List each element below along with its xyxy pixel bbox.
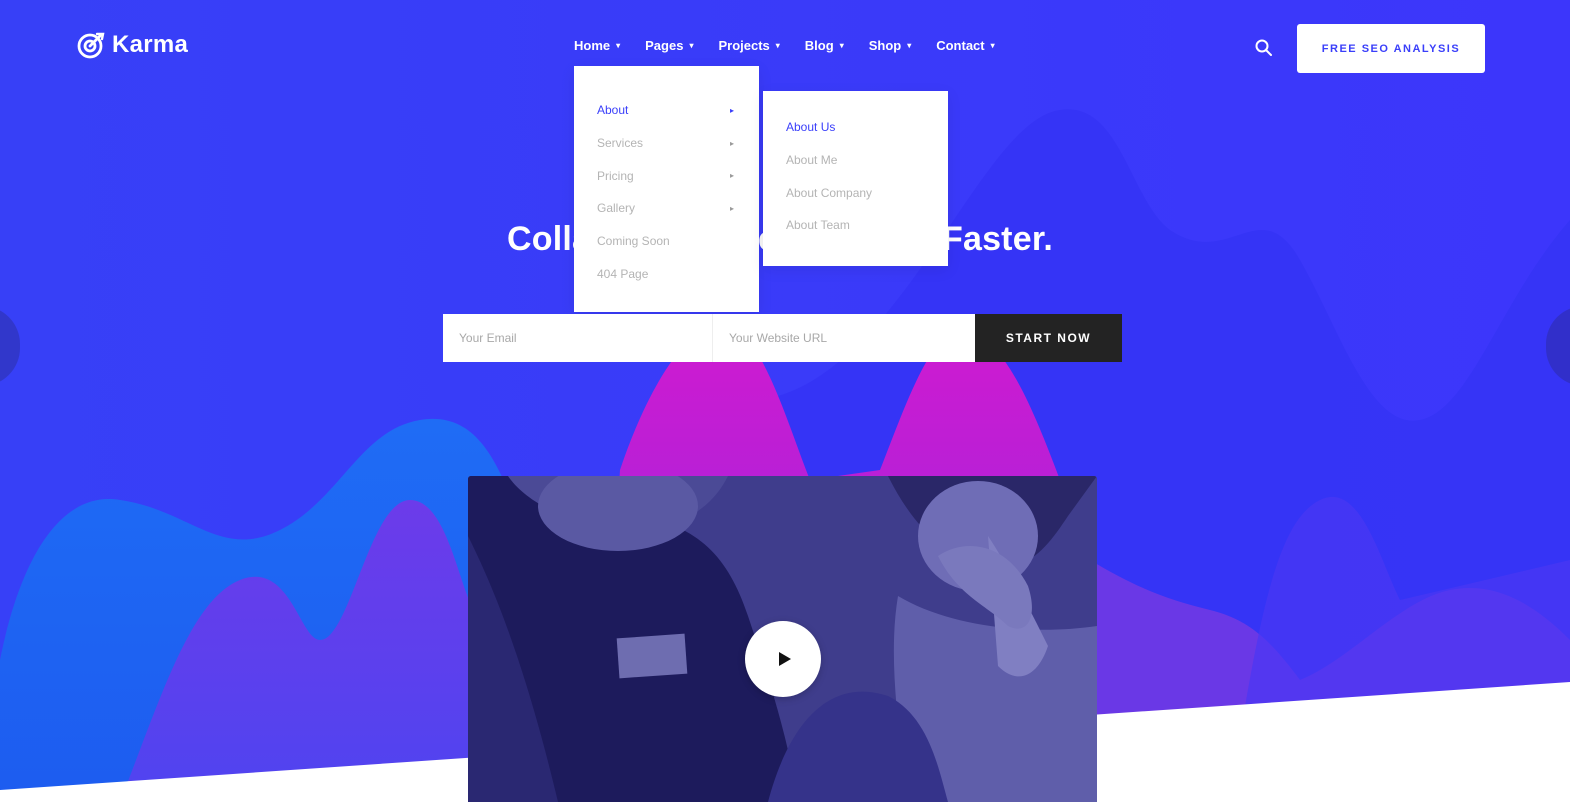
brand-name: Karma [112, 31, 189, 58]
nav-item-label: Home [574, 38, 611, 53]
seo-analysis-form: START NOW [443, 314, 1122, 362]
submenu-item-label: About Us [786, 120, 836, 135]
main-nav: Home ▾ Pages ▾ Projects ▾ Blog ▾ Shop ▾ … [574, 38, 1020, 53]
dropdown-item-label: About [597, 103, 629, 118]
submenu-item-label: About Company [786, 185, 873, 200]
play-button[interactable] [745, 621, 821, 697]
submenu-item-about-team[interactable]: About Team [763, 209, 948, 242]
dropdown-item-label: Coming Soon [597, 234, 670, 249]
nav-item-contact[interactable]: Contact ▾ [936, 38, 994, 53]
nav-item-label: Blog [804, 38, 834, 53]
pages-dropdown-menu: About ▸ Services ▸ Pricing ▸ Gallery ▸ C… [574, 66, 759, 312]
dropdown-item-404-page[interactable]: 404 Page [574, 257, 759, 290]
dropdown-item-label: Gallery [597, 201, 636, 216]
submenu-item-label: About Team [786, 218, 850, 233]
submenu-item-about-company[interactable]: About Company [763, 176, 948, 209]
dropdown-item-services[interactable]: Services ▸ [574, 127, 759, 160]
hero-headline-right: Faster. [942, 220, 1054, 258]
submenu-item-about-us[interactable]: About Us [763, 111, 948, 144]
submenu-item-about-me[interactable]: About Me [763, 144, 948, 177]
chevron-down-icon: ▾ [907, 41, 912, 50]
chevron-down-icon: ▾ [616, 41, 621, 50]
chevron-down-icon: ▾ [689, 41, 694, 50]
nav-item-pages[interactable]: Pages ▾ [645, 38, 693, 53]
dropdown-item-coming-soon[interactable]: Coming Soon [574, 225, 759, 258]
chevron-down-icon: ▾ [839, 41, 844, 50]
about-submenu: About Us About Me About Company About Te… [763, 91, 948, 266]
dropdown-item-about[interactable]: About ▸ [574, 94, 759, 127]
chevron-right-icon: ▸ [729, 171, 734, 181]
free-seo-analysis-button[interactable]: FREE SEO ANALYSIS [1297, 24, 1485, 73]
nav-item-blog[interactable]: Blog ▾ [805, 38, 844, 53]
nav-item-shop[interactable]: Shop ▾ [869, 38, 912, 53]
dropdown-item-gallery[interactable]: Gallery ▸ [574, 192, 759, 225]
submenu-item-label: About Me [786, 153, 838, 168]
chevron-right-icon: ▸ [729, 105, 734, 115]
start-now-button[interactable]: START NOW [975, 314, 1122, 362]
dropdown-item-label: Services [597, 136, 644, 151]
page: Karma Home ▾ Pages ▾ Projects ▾ Blog ▾ S… [0, 0, 1570, 802]
play-icon [779, 652, 791, 666]
dropdown-item-label: 404 Page [597, 266, 649, 281]
target-icon [77, 32, 105, 59]
chevron-right-icon: ▸ [729, 203, 734, 213]
nav-item-home[interactable]: Home ▾ [574, 38, 620, 53]
nav-item-label: Pages [645, 38, 684, 53]
logo[interactable]: Karma [77, 31, 188, 59]
dropdown-item-label: Pricing [597, 168, 634, 183]
nav-item-label: Shop [868, 38, 902, 53]
chevron-down-icon: ▾ [775, 41, 780, 50]
nav-item-label: Projects [718, 38, 770, 53]
nav-item-label: Contact [936, 38, 985, 53]
website-url-field[interactable] [713, 314, 975, 362]
nav-item-projects[interactable]: Projects ▾ [718, 38, 779, 53]
email-field[interactable] [443, 314, 713, 362]
chevron-down-icon: ▾ [990, 41, 995, 50]
dropdown-item-pricing[interactable]: Pricing ▸ [574, 159, 759, 192]
search-icon[interactable] [1254, 38, 1274, 58]
chevron-right-icon: ▸ [729, 138, 734, 148]
